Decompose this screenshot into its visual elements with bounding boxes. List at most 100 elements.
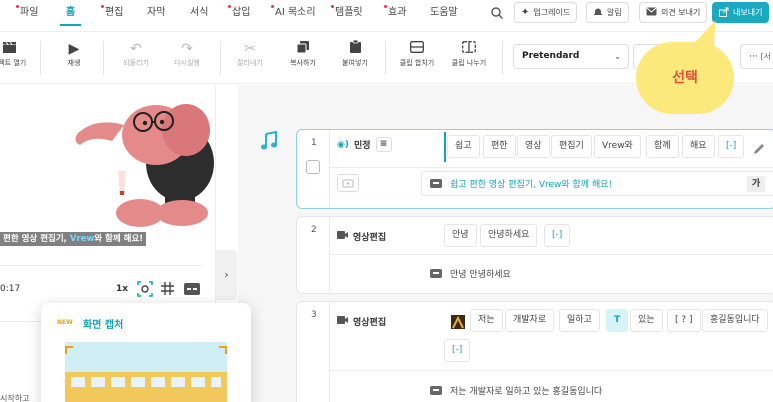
word-chip[interactable]: 편집기 <box>551 135 592 158</box>
silence-tag[interactable]: [-] <box>444 339 471 362</box>
elephant-mascot-image <box>75 104 214 227</box>
open-project-button[interactable]: 로젝트 열기 <box>0 40 34 68</box>
unknown-word-chip[interactable]: [ ? ] <box>667 309 701 332</box>
sticker-thumbnail-image[interactable] <box>451 315 465 329</box>
word-chip[interactable]: Vrew와 <box>594 135 641 158</box>
subtitle-text[interactable]: 안녕 안녕하세요 <box>430 267 511 280</box>
clip-number: 1 <box>311 138 317 148</box>
subtitle-icon <box>430 179 442 188</box>
screen-capture-popup[interactable]: NEW 화면 캡처 <box>41 303 251 402</box>
annotation-bubble: 선택 <box>636 42 734 114</box>
export-button[interactable]: 내보내기 <box>712 2 770 23</box>
redo-button[interactable]: ↷ 다시실행 <box>162 40 212 68</box>
left-bottom-text: 시작하고 <box>0 394 30 402</box>
playback-speed[interactable]: 1x <box>116 284 128 294</box>
redo-icon: ↷ <box>181 41 193 57</box>
play-button[interactable]: ▶ 재생 <box>49 40 99 68</box>
subtitle-toggle-icon[interactable] <box>184 283 200 298</box>
word-chip[interactable]: 일하고 <box>559 309 600 332</box>
undo-icon: ↶ <box>130 41 142 57</box>
text-insert-chip[interactable]: T <box>606 309 629 332</box>
clip-number: 2 <box>311 225 317 235</box>
screenshot-icon[interactable] <box>137 281 153 300</box>
silence-tag[interactable]: [-] <box>544 224 571 247</box>
pencil-icon[interactable] <box>753 140 765 159</box>
video-preview[interactable]: 편한 영상 편집기, Vrew와 함께 해요! <box>0 85 215 250</box>
menu-home[interactable]: 홈 <box>59 0 82 26</box>
subtitle-text[interactable]: 저는 개발자로 일하고 있는 홍길동입니다 <box>430 384 602 397</box>
vrew-app: 파일 홈 편집 자막 서식 삽입 AI 목소리 템플릿 효과 도움말 ✦ 업그레… <box>0 0 773 402</box>
undo-button[interactable]: ↶ 되돌리기 <box>111 40 161 68</box>
word-chip[interactable]: 있는 <box>630 309 663 332</box>
more-button[interactable]: ··· [서 <box>740 44 773 69</box>
playback-time: 0:17 <box>0 284 21 294</box>
chevron-down-icon: ⌄ <box>614 52 621 61</box>
search-icon[interactable] <box>490 5 504 24</box>
split-clip-button[interactable]: 클립 나누기 <box>444 40 494 68</box>
word-chip[interactable]: 쉽고 <box>447 135 480 158</box>
menu-insert[interactable]: 삽입 <box>228 0 250 26</box>
new-badge: NEW <box>57 319 73 326</box>
word-chip[interactable]: 편한 <box>483 135 516 158</box>
menu-bar: 파일 홈 편집 자막 서식 삽입 AI 목소리 템플릿 효과 도움말 ✦ 업그레… <box>0 0 773 26</box>
word-chip[interactable]: 안녕하세요 <box>480 224 538 247</box>
menu-help[interactable]: 도움말 <box>430 0 458 26</box>
style-badge[interactable]: 가 <box>747 176 765 192</box>
music-note-icon[interactable] <box>260 130 278 155</box>
train-illustration-image <box>65 342 227 402</box>
silence-tag[interactable]: [-] <box>718 135 745 158</box>
cut-button[interactable]: ✂ 잘라내기 <box>225 40 275 68</box>
merge-icon <box>392 40 442 58</box>
popup-title: 화면 캡처 <box>83 320 124 331</box>
subtitle-icon <box>430 386 442 395</box>
word-chip[interactable]: 개발자로 <box>505 309 555 332</box>
upgrade-button[interactable]: ✦ 업그레이드 <box>514 2 578 23</box>
word-chip[interactable]: 홍길동입니다 <box>702 309 768 332</box>
script-editor: 1 ◉) 민정 ≡ 쉽고 편한 영상 편집기 Vrew와 함께 해요 [-] 쉽… <box>238 85 773 402</box>
word-chip[interactable]: 함께 <box>646 135 679 158</box>
video-thumbnail-icon[interactable] <box>337 174 359 192</box>
word-chip[interactable]: 안녕 <box>444 224 477 247</box>
clip-1[interactable]: 1 ◉) 민정 ≡ 쉽고 편한 영상 편집기 Vrew와 함께 해요 [-] 쉽… <box>296 129 773 209</box>
mail-icon <box>646 7 657 18</box>
clip-3[interactable]: 3 영상편집 저는 개발자로 일하고 T 있는 [ ? ] 홍길동입니다 [-]… <box>296 301 773 402</box>
menu-template[interactable]: 템플릿 <box>331 0 363 26</box>
word-chip[interactable]: 영상 <box>517 135 550 158</box>
scissors-icon: ✂ <box>244 41 256 57</box>
camera-icon <box>337 231 348 242</box>
grid-icon[interactable] <box>161 282 174 298</box>
speaker-label[interactable]: 영상편집 <box>337 315 386 328</box>
menu-effects[interactable]: 효과 <box>384 0 406 26</box>
word-chip[interactable]: 저는 <box>470 309 503 332</box>
subtitle-icon <box>430 269 442 278</box>
menu-edit[interactable]: 편집 <box>101 0 123 26</box>
voice-icon: ◉) <box>337 139 349 150</box>
chevron-right-icon: › <box>224 268 229 281</box>
clip-checkbox[interactable] <box>306 160 320 174</box>
merge-clip-button[interactable]: 클립 합치기 <box>392 40 442 68</box>
clip-number: 3 <box>311 310 317 320</box>
word-chip[interactable]: 해요 <box>682 135 715 158</box>
menu-ai-voice[interactable]: AI 목소리 <box>271 0 316 26</box>
paste-button[interactable]: 붙여넣기 <box>330 39 380 68</box>
feedback-button[interactable]: 의견 보내기 <box>639 2 708 23</box>
sparkle-icon: ✦ <box>521 7 530 18</box>
font-family-select[interactable]: Pretendard ⌄ <box>513 44 629 69</box>
menu-format[interactable]: 서식 <box>190 0 208 26</box>
menu-subtitle[interactable]: 자막 <box>147 0 165 26</box>
speaker-label[interactable]: 영상편집 <box>337 230 386 243</box>
notifications-button[interactable]: 알림 <box>586 2 629 23</box>
clapperboard-icon <box>0 40 34 58</box>
panel-collapse-button[interactable]: › <box>216 250 237 300</box>
clipboard-icon <box>330 39 380 58</box>
export-icon <box>719 7 729 19</box>
split-icon <box>444 40 494 58</box>
camera-icon <box>337 316 348 327</box>
copy-button[interactable]: 복사하기 <box>278 40 328 68</box>
settings-sliders-icon[interactable]: ≡ <box>375 137 392 152</box>
clip-2[interactable]: 2 영상편집 안녕 안녕하세요 [-] 안녕 안녕하세요 <box>296 216 773 294</box>
preview-caption: 편한 영상 편집기, Vrew와 함께 해요! <box>0 232 147 246</box>
speaker-label[interactable]: ◉) 민정 ≡ <box>337 137 392 152</box>
menu-file[interactable]: 파일 <box>16 0 38 26</box>
subtitle-text[interactable]: 쉽고 편한 영상 편집기, Vrew와 함께 해요! <box>430 177 612 190</box>
